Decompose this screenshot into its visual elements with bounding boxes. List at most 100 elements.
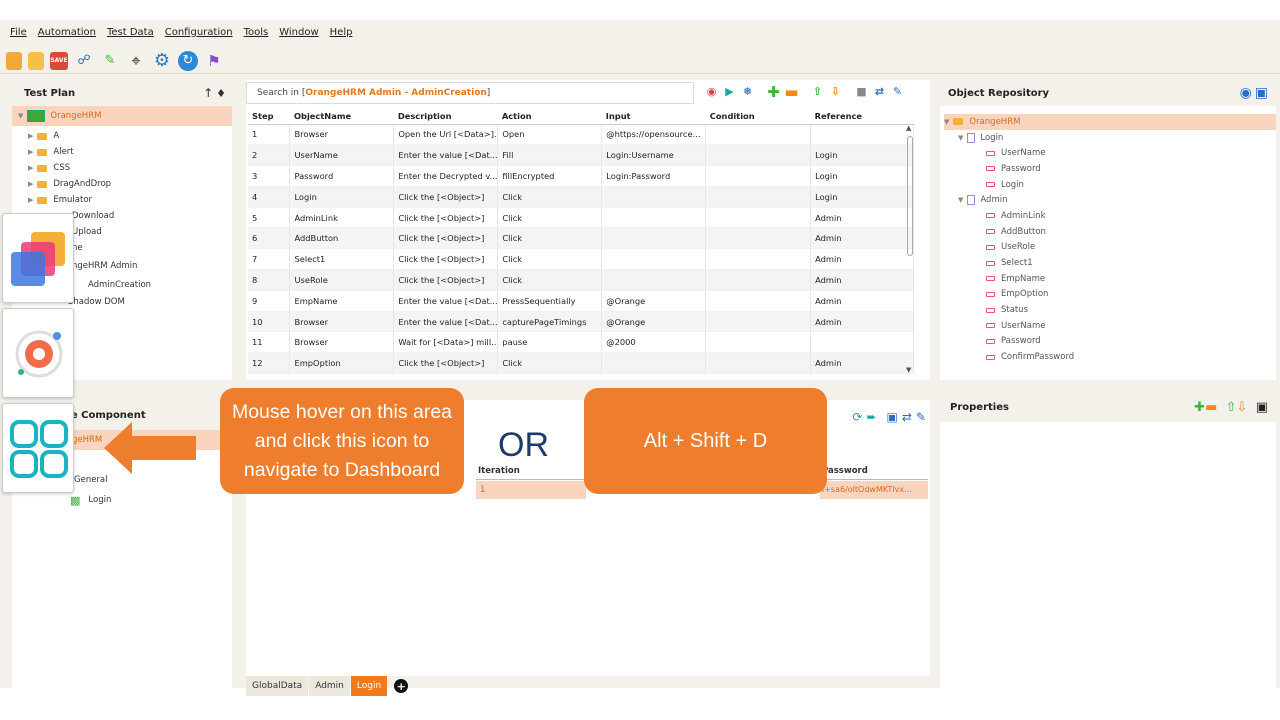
- menu-window[interactable]: Window: [279, 27, 318, 38]
- table-row[interactable]: 8 UseRole Click the [<Object>] Click Admin: [248, 269, 914, 291]
- cell-condition[interactable]: [705, 144, 812, 167]
- menu-configuration[interactable]: Configuration: [165, 27, 233, 38]
- add-icon[interactable]: ✚: [766, 83, 781, 101]
- cell-action[interactable]: Click: [497, 352, 603, 375]
- menu-file[interactable]: File: [10, 27, 27, 38]
- cell-step[interactable]: 7: [248, 248, 291, 271]
- record-icon[interactable]: ◉: [704, 84, 719, 99]
- cell-action[interactable]: fillEncrypted: [497, 165, 603, 187]
- cell-password[interactable]: l+sa6/oltOdwMKTlvx...: [820, 481, 928, 499]
- search-bar[interactable]: Search in [ OrangeHRM Admin - AdminCreat…: [246, 82, 694, 104]
- collapse-icon[interactable]: ▼: [958, 134, 963, 142]
- swap-icon[interactable]: ⇄: [902, 410, 912, 424]
- cell-input[interactable]: [601, 269, 707, 291]
- cell-condition[interactable]: [705, 331, 812, 354]
- table-row[interactable]: 6 AddButton Click the [<Object>] Click Admin: [248, 227, 914, 250]
- cell-condition[interactable]: [705, 269, 812, 291]
- cell-input[interactable]: [601, 207, 707, 229]
- arrow-up-icon[interactable]: ↑: [203, 86, 213, 100]
- cell-input[interactable]: @https://opensource...: [601, 124, 707, 146]
- edit-icon[interactable]: ✎: [890, 84, 905, 99]
- col-action[interactable]: Action: [497, 108, 602, 125]
- table-row[interactable]: 12 EmpOption Click the [<Object>] Click Admi…: [248, 352, 914, 375]
- cell-condition[interactable]: [705, 207, 812, 229]
- cell-description[interactable]: Open the Url [<Data>]...: [393, 124, 499, 146]
- cell-objectname[interactable]: AdminLink: [289, 207, 395, 229]
- expand-icon[interactable]: ▶: [28, 148, 33, 156]
- cell-step[interactable]: 3: [248, 165, 291, 187]
- table-row[interactable]: 7 Select1 Click the [<Object>] Click Admin: [248, 248, 914, 271]
- menu-help[interactable]: Help: [330, 27, 353, 38]
- cell-reference[interactable]: Login: [810, 144, 914, 167]
- lock-icon[interactable]: [6, 51, 22, 70]
- or-page-admin[interactable]: ▼ Admin: [944, 192, 1276, 208]
- cell-action[interactable]: pause: [497, 331, 603, 354]
- archive-icon[interactable]: ▣: [1256, 400, 1268, 415]
- tree-item-emulator[interactable]: ▶ Emulator: [28, 192, 232, 208]
- cell-description[interactable]: Click the [<Object>]: [393, 248, 499, 271]
- tab-globaldata[interactable]: GlobalData: [246, 676, 309, 696]
- cell-condition[interactable]: [705, 311, 812, 333]
- cell-description[interactable]: Wait for [<Data>] mill...: [393, 331, 499, 354]
- cell-objectname[interactable]: Select1: [289, 248, 395, 271]
- play-icon[interactable]: ▶: [722, 84, 737, 99]
- tree-item-draganddrop[interactable]: ▶ DragAndDrop: [28, 176, 232, 192]
- or-object[interactable]: UserName: [944, 318, 1276, 334]
- cell-input[interactable]: Login:Password: [601, 165, 707, 187]
- menu-test-data[interactable]: Test Data: [107, 27, 154, 38]
- cell-step[interactable]: 10: [248, 311, 291, 333]
- table-row[interactable]: 11 Browser Wait for [<Data>] mill... pause @…: [248, 331, 914, 354]
- cell-condition[interactable]: [705, 165, 812, 187]
- or-object[interactable]: UserName: [944, 145, 1276, 161]
- collapse-icon[interactable]: ▼: [944, 118, 949, 126]
- forward-icon[interactable]: ➨: [866, 410, 876, 424]
- cell-objectname[interactable]: Browser: [289, 331, 395, 354]
- globe-icon[interactable]: ◉: [1240, 85, 1252, 101]
- move-down-icon[interactable]: ⇩: [828, 84, 843, 99]
- cell-input[interactable]: @Orange: [601, 290, 707, 312]
- cell-input[interactable]: Login:Username: [601, 144, 707, 167]
- remove-icon[interactable]: ▬: [784, 83, 799, 101]
- expand-icon[interactable]: ▶: [28, 180, 33, 188]
- cell-condition[interactable]: [705, 290, 812, 312]
- refresh-icon[interactable]: ⟳: [852, 410, 862, 424]
- layers-app-tile[interactable]: [2, 213, 74, 303]
- table-row[interactable]: 5 AdminLink Click the [<Object>] Click Admin: [248, 207, 914, 229]
- cell-reference[interactable]: Admin: [810, 269, 914, 291]
- cell-step[interactable]: 1: [248, 124, 291, 146]
- cell-action[interactable]: Click: [497, 227, 603, 250]
- table-row[interactable]: 2 UserName Enter the value [<Dat... Fill Log…: [248, 144, 914, 167]
- tree-item-alert[interactable]: ▶ Alert: [28, 144, 232, 160]
- col-reference[interactable]: Reference: [810, 108, 914, 125]
- col-step[interactable]: Step: [248, 108, 290, 125]
- debug-icon[interactable]: ❅: [740, 84, 755, 99]
- cell-input[interactable]: [601, 248, 707, 271]
- add-icon[interactable]: ✚: [1194, 400, 1205, 415]
- table-row[interactable]: 3 Password Enter the Decrypted v... fillEnc…: [248, 165, 914, 187]
- cell-step[interactable]: 2: [248, 144, 291, 167]
- or-object[interactable]: AdminLink: [944, 208, 1276, 224]
- cell-reference[interactable]: Login: [810, 165, 914, 187]
- table-row[interactable]: 9 EmpName Enter the value [<Dat... PressSeq…: [248, 290, 914, 312]
- scroll-thumb[interactable]: [907, 136, 913, 256]
- menu-tools[interactable]: Tools: [244, 27, 269, 38]
- cell-action[interactable]: Click: [497, 248, 603, 271]
- cell-objectname[interactable]: Browser: [289, 311, 395, 333]
- or-object[interactable]: AddButton: [944, 224, 1276, 240]
- sync-icon[interactable]: ↻: [178, 50, 198, 71]
- remove-icon[interactable]: ▬: [1205, 400, 1217, 415]
- or-object[interactable]: Select1: [944, 255, 1276, 271]
- cell-condition[interactable]: [705, 124, 812, 146]
- or-object[interactable]: ConfirmPassword: [944, 349, 1276, 365]
- cell-action[interactable]: PressSequentially: [497, 290, 603, 312]
- add-sheet-icon[interactable]: +: [394, 679, 409, 693]
- expand-icon[interactable]: ▶: [28, 196, 33, 204]
- scroll-up-icon[interactable]: ▲: [906, 124, 916, 132]
- scroll-down-icon[interactable]: ▼: [906, 366, 916, 374]
- col-condition[interactable]: Condition: [705, 108, 811, 125]
- swap-icon[interactable]: ⇄: [872, 84, 887, 99]
- cell-action[interactable]: capturePageTimings: [497, 311, 603, 333]
- or-object[interactable]: Password: [944, 161, 1276, 177]
- reusable-item-login[interactable]: ▩ Login: [12, 492, 232, 508]
- cell-iteration[interactable]: 1: [476, 481, 586, 499]
